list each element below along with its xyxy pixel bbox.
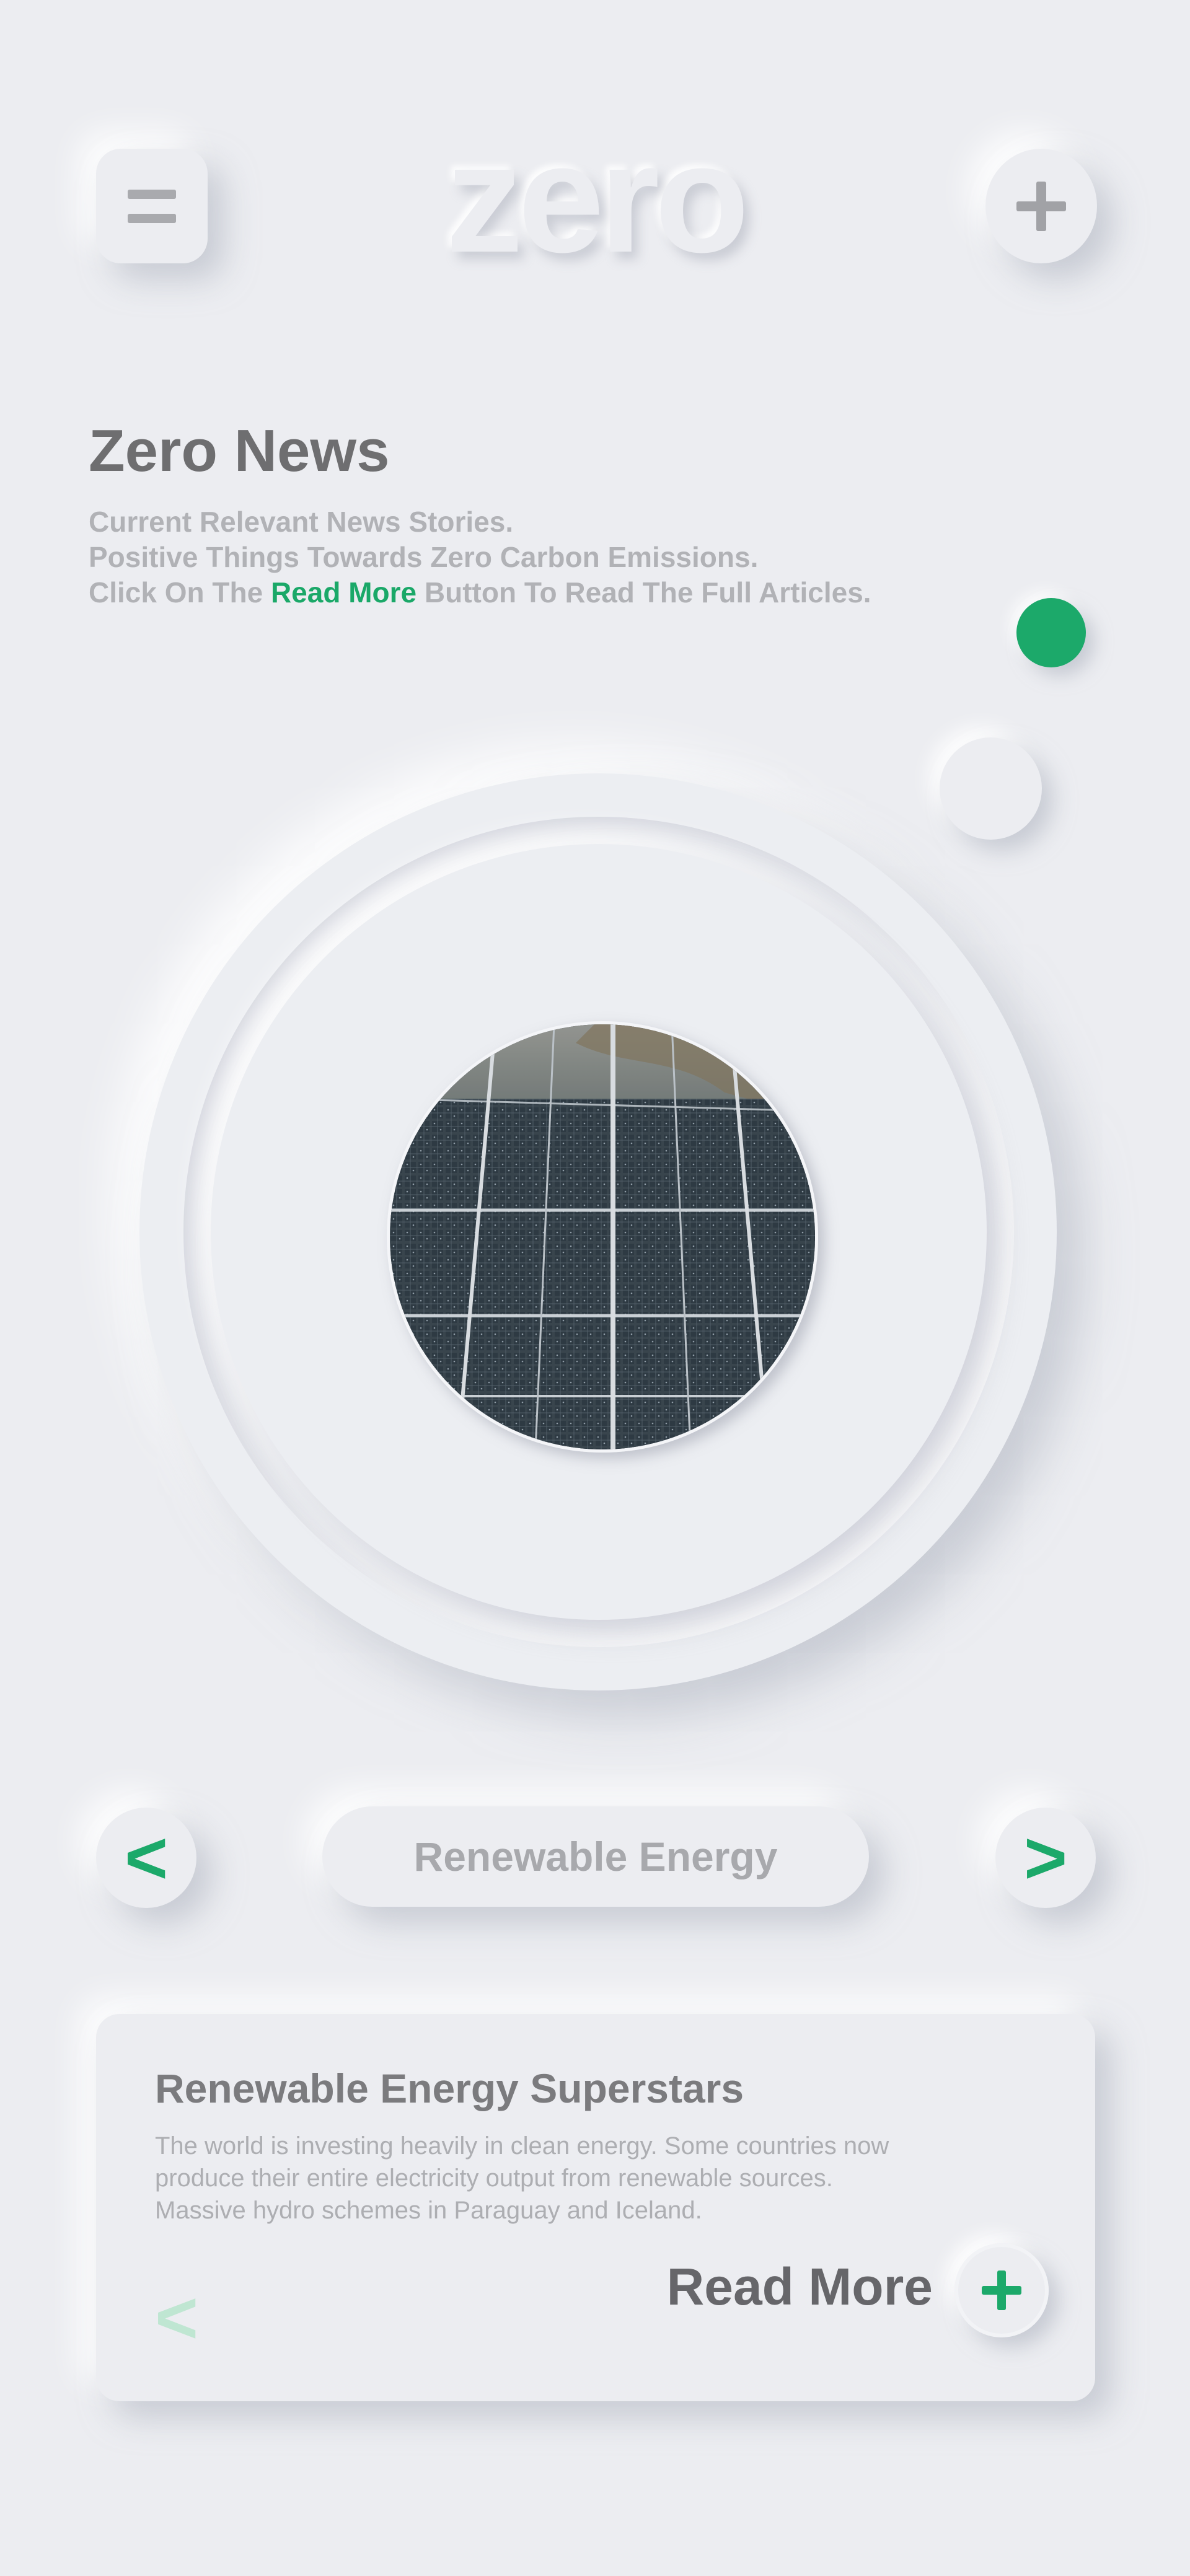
hamburger-icon	[128, 189, 176, 223]
article-summary-line-3: Massive hydro schemes in Paraguay and Ic…	[155, 2197, 702, 2224]
article-summary: The world is investing heavily in clean …	[155, 2130, 961, 2227]
article-image	[387, 1021, 818, 1453]
intro-line-2: Positive Things Towards Zero Carbon Emis…	[89, 541, 759, 573]
category-pill[interactable]: Renewable Energy	[322, 1806, 869, 1907]
solar-panel-image	[390, 1024, 815, 1449]
slide-indicator-inactive[interactable]	[940, 737, 1042, 840]
intro-line-3-prefix: Click On The	[89, 576, 271, 609]
article-summary-line-1: The world is investing heavily in clean …	[155, 2132, 889, 2160]
intro-line-1: Current Relevant News Stories.	[89, 506, 514, 538]
read-more-button[interactable]	[954, 2243, 1049, 2337]
intro-line-3-suffix: Button To Read The Full Articles.	[416, 576, 871, 609]
prev-category-button[interactable]: <	[96, 1808, 196, 1908]
intro-line-3: Click On The Read More Button To Read Th…	[89, 575, 956, 610]
page-title: Zero News	[89, 418, 390, 484]
plus-icon	[1016, 181, 1066, 231]
article-back-button[interactable]: <	[155, 2280, 198, 2355]
menu-button[interactable]	[96, 149, 208, 263]
add-button[interactable]	[985, 149, 1097, 263]
intro-text: Current Relevant News Stories. Positive …	[89, 504, 956, 610]
article-summary-line-2: produce their entire electricity output …	[155, 2165, 833, 2192]
plus-icon	[982, 2270, 1021, 2310]
read-more-link[interactable]: Read More	[620, 2256, 933, 2318]
article-title: Renewable Energy Superstars	[155, 2065, 744, 2111]
app-logo: zero	[445, 112, 749, 284]
intro-read-more-highlight: Read More	[270, 576, 417, 609]
next-category-button[interactable]: >	[995, 1808, 1096, 1908]
slide-indicator-active[interactable]	[1016, 598, 1086, 667]
